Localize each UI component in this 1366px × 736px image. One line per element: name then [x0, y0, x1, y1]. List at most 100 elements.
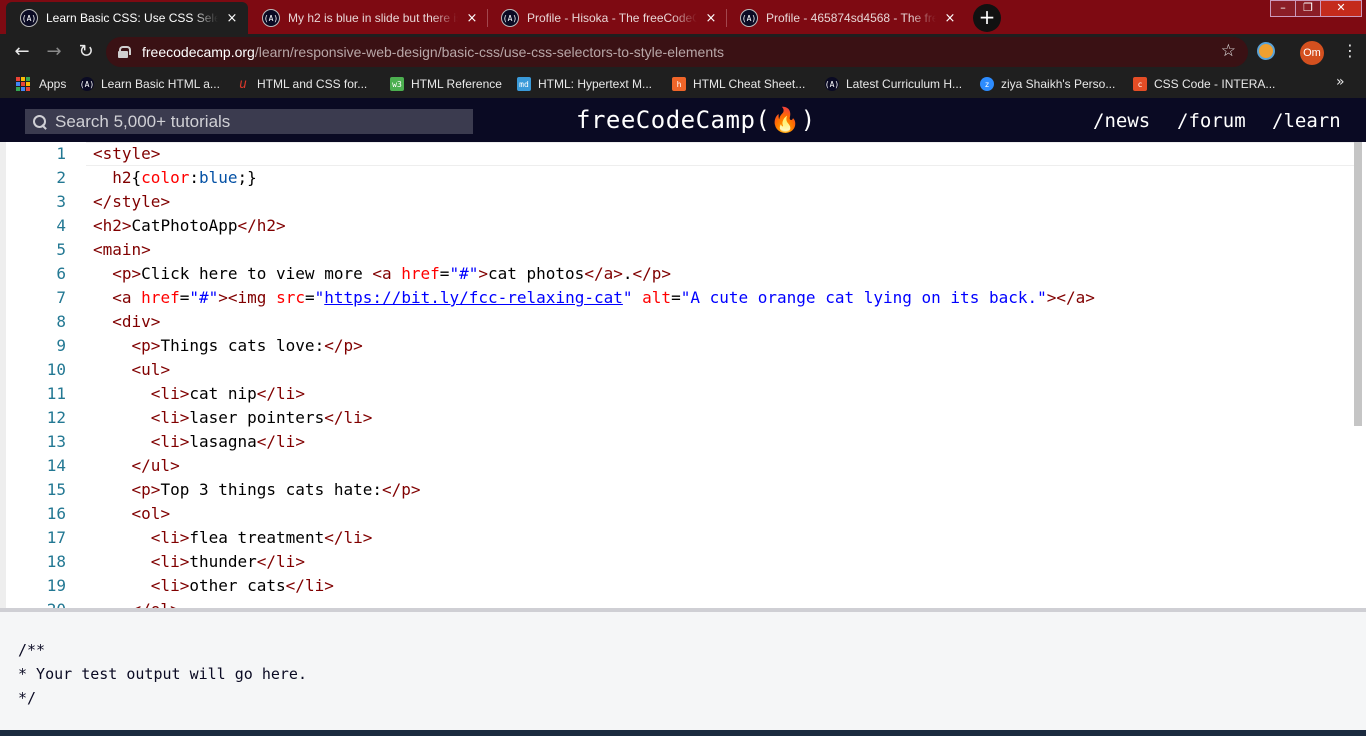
code-line[interactable]: <p>Click here to view more <a href="#">c…: [93, 262, 1095, 286]
apps-grid-icon: [16, 77, 30, 91]
code-line[interactable]: <li>laser pointers</li>: [93, 406, 1095, 430]
code-line[interactable]: <li>lasagna</li>: [93, 430, 1095, 454]
lock-icon[interactable]: [118, 46, 131, 58]
taskbar-strip: [0, 730, 1366, 736]
line-number: 8: [56, 312, 66, 331]
bookmark-label: CSS Code - INTERA...: [1154, 77, 1276, 91]
forward-arrow-icon[interactable]: →: [40, 38, 68, 66]
bookmark-label: Apps: [39, 77, 67, 91]
code-line[interactable]: </ul>: [93, 454, 1095, 478]
code-line[interactable]: <style>: [93, 142, 1095, 166]
bookmarks-more-icon[interactable]: »: [1336, 74, 1345, 90]
line-number: 6: [56, 264, 66, 283]
code-line[interactable]: <p>Top 3 things cats hate:</p>: [93, 478, 1095, 502]
output-line: /**: [18, 641, 46, 659]
bookmark-html-and-css[interactable]: u HTML and CSS for...: [236, 76, 367, 92]
code-line[interactable]: <ul>: [93, 358, 1095, 382]
bookmark-html-reference[interactable]: w3 HTML Reference: [390, 76, 502, 92]
line-number: 9: [56, 336, 66, 355]
bookmark-label: Latest Curriculum H...: [846, 77, 963, 91]
fcc-logo[interactable]: freeCodeCamp(🔥): [576, 106, 816, 134]
kebab-menu-icon[interactable]: ⋮: [1342, 41, 1358, 60]
back-arrow-icon[interactable]: ←: [8, 38, 36, 66]
close-icon[interactable]: ×: [942, 11, 958, 26]
tab-my-h2-is-blue[interactable]: (A) My h2 is blue in slide but there is …: [248, 2, 488, 34]
close-icon[interactable]: ×: [703, 11, 719, 26]
code-line[interactable]: </style>: [93, 190, 1095, 214]
line-number: 11: [46, 384, 66, 403]
bookmark-label: HTML Cheat Sheet...: [693, 77, 806, 91]
tab-learn-basic-css[interactable]: (A) Learn Basic CSS: Use CSS Selectors t…: [6, 2, 248, 34]
bookmark-latest-curriculum[interactable]: (A) Latest Curriculum H...: [825, 76, 962, 92]
bookmark-label: HTML: Hypertext M...: [538, 77, 653, 91]
window-close-button[interactable]: ✕: [1320, 0, 1362, 17]
line-number: 10: [46, 360, 66, 379]
line-number: 13: [46, 432, 66, 451]
profile-avatar[interactable]: Om: [1300, 41, 1324, 65]
code-line[interactable]: h2{color:blue;}: [93, 166, 1095, 190]
tab-title: My h2 is blue in slide but there is no b…: [288, 11, 458, 25]
editor-scrollbar[interactable]: [1354, 142, 1362, 426]
close-icon[interactable]: ×: [224, 11, 240, 26]
tab-profile-465874sd4568[interactable]: (A) Profile - 465874sd4568 - The freeCod…: [726, 2, 966, 34]
bookmarks-bar: Apps (A) Learn Basic HTML a... u HTML an…: [0, 70, 1366, 98]
html5-icon: h: [672, 77, 686, 91]
code-line[interactable]: <p>Things cats love:</p>: [93, 334, 1095, 358]
code-line[interactable]: <li>other cats</li>: [93, 574, 1095, 598]
search-input[interactable]: [55, 111, 455, 132]
u-logo-icon: u: [239, 76, 247, 92]
bookmark-learn-basic-html[interactable]: (A) Learn Basic HTML a...: [80, 76, 220, 92]
code-line[interactable]: <h2>CatPhotoApp</h2>: [93, 214, 1095, 238]
line-number: 15: [46, 480, 66, 499]
close-icon[interactable]: ×: [464, 11, 480, 26]
line-number: 2: [56, 168, 66, 187]
bookmark-apps[interactable]: Apps: [16, 76, 66, 92]
nav-link-forum[interactable]: /forum: [1177, 110, 1246, 132]
bookmark-label: HTML Reference: [411, 77, 502, 91]
code-line[interactable]: <div>: [93, 310, 1095, 334]
reload-icon[interactable]: ↻: [72, 38, 100, 66]
css-code-icon: c: [1133, 77, 1147, 91]
freecodecamp-favicon-icon: (A): [262, 9, 280, 27]
freecodecamp-favicon-icon: (A): [740, 9, 758, 27]
bookmark-star-icon[interactable]: ☆: [1221, 41, 1236, 61]
line-number: 20: [12, 598, 72, 608]
minimize-button[interactable]: –: [1270, 0, 1296, 17]
nav-link-learn[interactable]: /learn: [1272, 110, 1341, 132]
code-line[interactable]: <a href="#"><img src="https://bit.ly/fcc…: [93, 286, 1095, 310]
freecodecamp-favicon-icon: (A): [825, 77, 839, 91]
line-number: 5: [56, 240, 66, 259]
code-line[interactable]: <li>flea treatment</li>: [93, 526, 1095, 550]
extension-icon[interactable]: [1257, 42, 1275, 60]
bookmark-html-hypertext[interactable]: md HTML: Hypertext M...: [517, 76, 652, 92]
code-line[interactable]: <li>cat nip</li>: [93, 382, 1095, 406]
address-bar[interactable]: freecodecamp.org/learn/responsive-web-de…: [106, 37, 1248, 67]
code-editor[interactable]: 1234567891011121314151617181920 <style> …: [0, 142, 1366, 608]
zoom-icon: z: [980, 77, 994, 91]
bookmark-label: ziya Shaikh's Perso...: [1001, 77, 1116, 91]
search-box[interactable]: [25, 109, 473, 134]
tab-profile-hisoka[interactable]: (A) Profile - Hisoka - The freeCodeCamp …: [487, 2, 727, 34]
code-line[interactable]: <main>: [93, 238, 1095, 262]
browser-toolbar: ← → ↻ freecodecamp.org/learn/responsive-…: [0, 34, 1366, 70]
browser-tab-strip: (A) Learn Basic CSS: Use CSS Selectors t…: [0, 0, 1366, 34]
nav-link-news[interactable]: /news: [1093, 110, 1150, 132]
code-lines[interactable]: <style> h2{color:blue;} </style> <h2>CatPh…: [93, 142, 1095, 608]
w3schools-icon: w3: [390, 77, 404, 91]
output-line: */: [18, 689, 37, 707]
freecodecamp-favicon-icon: (A): [80, 77, 94, 91]
line-number: 18: [46, 552, 66, 571]
tab-title: Profile - 465874sd4568 - The freeCodeCam…: [766, 11, 936, 25]
code-line[interactable]: </ol>: [93, 598, 1095, 608]
code-line[interactable]: <ol>: [93, 502, 1095, 526]
restore-button[interactable]: ❐: [1295, 0, 1321, 17]
bookmark-html-cheat-sheet[interactable]: h HTML Cheat Sheet...: [672, 76, 805, 92]
bookmark-css-code[interactable]: c CSS Code - INTERA...: [1133, 76, 1275, 92]
bookmark-ziya-shaikh[interactable]: z ziya Shaikh's Perso...: [980, 76, 1115, 92]
tab-title: Profile - Hisoka - The freeCodeCamp Foru…: [527, 11, 697, 25]
line-number: 3: [56, 192, 66, 211]
mdn-icon: md: [517, 77, 531, 91]
code-line[interactable]: <li>thunder</li>: [93, 550, 1095, 574]
new-tab-button[interactable]: +: [973, 4, 1001, 32]
freecodecamp-favicon-icon: (A): [20, 9, 38, 27]
